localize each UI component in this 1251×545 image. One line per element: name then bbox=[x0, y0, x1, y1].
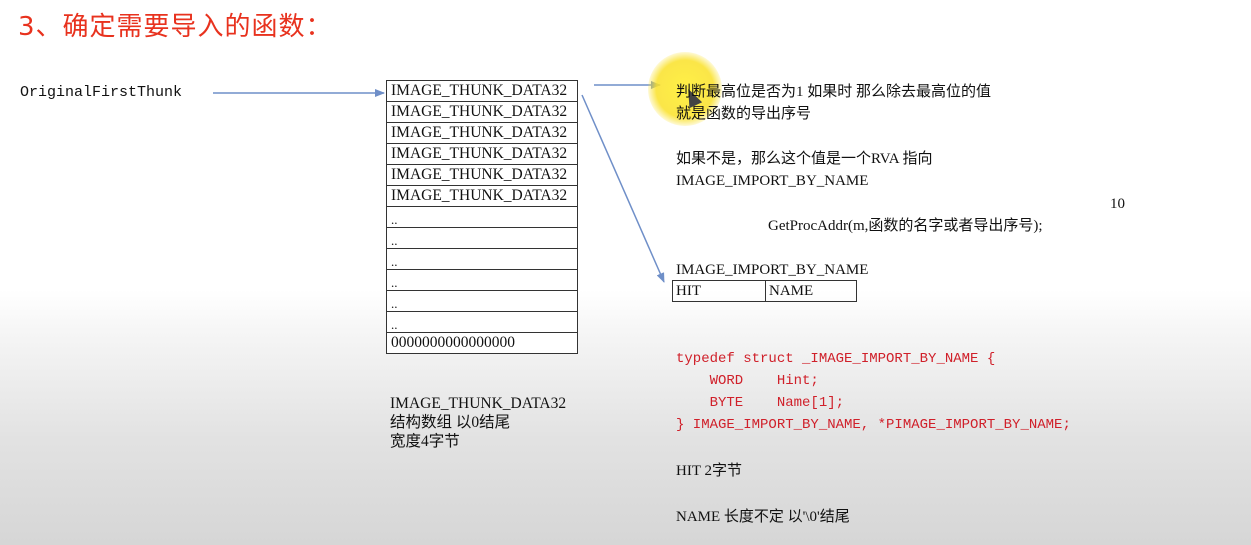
table-row: IMAGE_THUNK_DATA32 bbox=[386, 185, 578, 207]
table-row: IMAGE_THUNK_DATA32 bbox=[386, 80, 578, 102]
footer-name-size: NAME 长度不定 以'\0'结尾 bbox=[676, 509, 850, 525]
table-row: IMAGE_THUNK_DATA32 bbox=[386, 164, 578, 186]
note-highest-bit: 判断最高位是否为1 如果时 那么除去最高位的值 bbox=[676, 84, 992, 100]
import-by-name-label: IMAGE_IMPORT_BY_NAME bbox=[676, 262, 869, 278]
code-line: typedef struct _IMAGE_IMPORT_BY_NAME { bbox=[676, 351, 996, 367]
thunk-caption-type: IMAGE_THUNK_DATA32 bbox=[390, 395, 567, 412]
table-row: .. bbox=[386, 290, 578, 312]
note-rva: 如果不是，那么这个值是一个RVA 指向 bbox=[676, 151, 933, 167]
thunk-caption-desc: 结构数组 以0结尾 bbox=[390, 414, 511, 431]
table-row: IMAGE_THUNK_DATA32 bbox=[386, 122, 578, 144]
thunk-cell: IMAGE_THUNK_DATA32 bbox=[386, 143, 578, 165]
table-row: .. bbox=[386, 269, 578, 291]
table-row: .. bbox=[386, 227, 578, 249]
note-number: 10 bbox=[1110, 196, 1125, 212]
arrow-to-import-by-name bbox=[581, 94, 665, 283]
thunk-cell: IMAGE_THUNK_DATA32 bbox=[386, 164, 578, 186]
table-row: HIT NAME bbox=[672, 280, 857, 302]
table-row: .. bbox=[386, 206, 578, 228]
thunk-cell: IMAGE_THUNK_DATA32 bbox=[386, 80, 578, 102]
thunk-cell: .. bbox=[386, 311, 578, 333]
table-row: .. bbox=[386, 311, 578, 333]
thunk-caption-width: 宽度4字节 bbox=[390, 433, 460, 450]
field-hit: HIT bbox=[672, 280, 766, 302]
thunk-caption: IMAGE_THUNK_DATA32 结构数组 以0结尾 宽度4字节 bbox=[390, 394, 566, 451]
footer-hit-size: HIT 2字节 bbox=[676, 463, 742, 479]
thunk-cell: IMAGE_THUNK_DATA32 bbox=[386, 122, 578, 144]
thunk-cell: .. bbox=[386, 269, 578, 291]
table-row: 0000000000000000 bbox=[386, 332, 578, 354]
note-import-by-name: IMAGE_IMPORT_BY_NAME bbox=[676, 173, 869, 189]
note-export-ordinal: 就是函数的导出序号 bbox=[676, 106, 812, 122]
thunk-cell: .. bbox=[386, 290, 578, 312]
code-line: } IMAGE_IMPORT_BY_NAME, *PIMAGE_IMPORT_B… bbox=[676, 417, 1071, 433]
thunk-cell: .. bbox=[386, 248, 578, 270]
thunk-cell: IMAGE_THUNK_DATA32 bbox=[386, 185, 578, 207]
thunk-data-array: IMAGE_THUNK_DATA32 IMAGE_THUNK_DATA32 IM… bbox=[386, 80, 578, 354]
thunk-cell: .. bbox=[386, 227, 578, 249]
import-by-name-struct: HIT NAME bbox=[672, 280, 857, 302]
note-getprocaddr: GetProcAddr(m,函数的名字或者导出序号); bbox=[768, 218, 1043, 234]
thunk-cell: IMAGE_THUNK_DATA32 bbox=[386, 101, 578, 123]
code-line: BYTE Name[1]; bbox=[676, 395, 845, 411]
code-line: WORD Hint; bbox=[676, 373, 819, 389]
table-row: IMAGE_THUNK_DATA32 bbox=[386, 101, 578, 123]
table-row: IMAGE_THUNK_DATA32 bbox=[386, 143, 578, 165]
thunk-cell: .. bbox=[386, 206, 578, 228]
arrows-layer bbox=[213, 81, 665, 283]
thunk-cell-terminator: 0000000000000000 bbox=[386, 332, 578, 354]
field-name: NAME bbox=[765, 280, 857, 302]
table-row: .. bbox=[386, 248, 578, 270]
